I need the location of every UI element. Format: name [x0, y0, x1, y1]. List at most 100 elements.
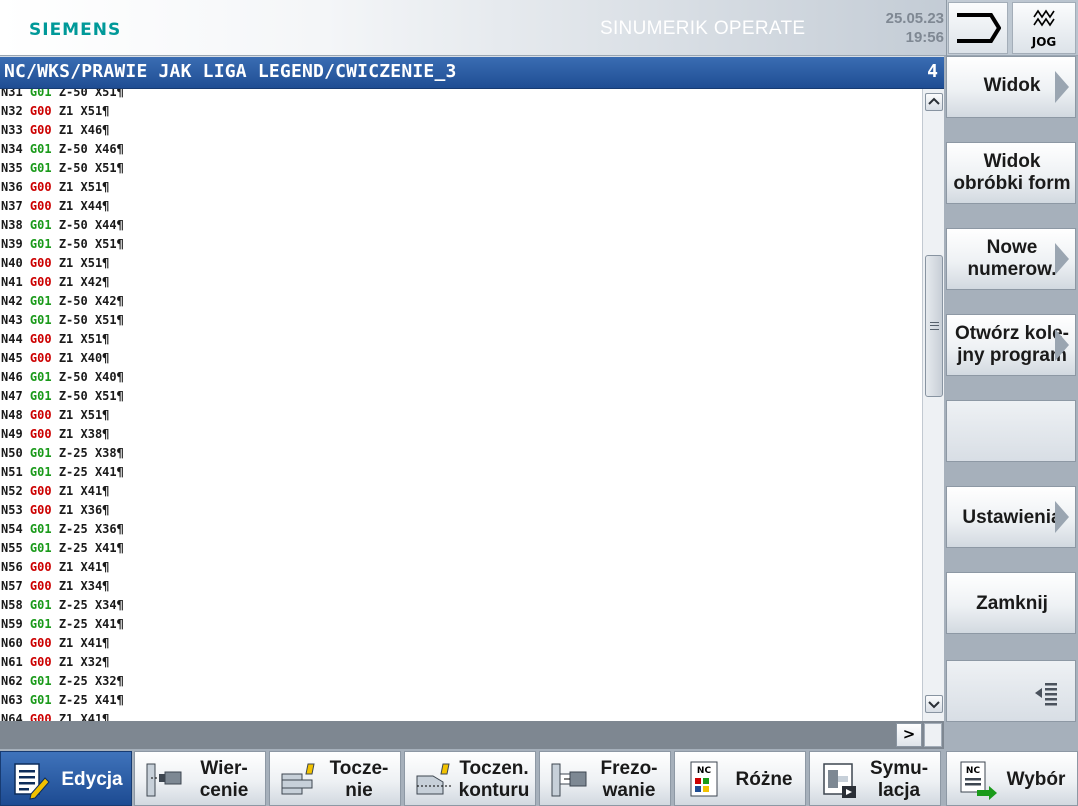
code-line[interactable]: N32 G00 Z1 X51¶ [0, 102, 920, 121]
code-line[interactable]: N33 G00 Z1 X46¶ [0, 121, 920, 140]
code-line[interactable]: N56 G00 Z1 X41¶ [0, 558, 920, 577]
code-line[interactable]: N50 G01 Z-25 X38¶ [0, 444, 920, 463]
scroll-thumb[interactable] [925, 255, 943, 397]
softkey-ustawienia[interactable]: Ustawienia [946, 486, 1076, 548]
g-code: G00 [29, 503, 52, 517]
code-args: Z-25 X34¶ [51, 598, 124, 612]
code-args: Z-25 X36¶ [51, 522, 124, 536]
softkey-toczen-konturu[interactable]: Toczen. konturu [404, 751, 536, 806]
code-line[interactable]: N42 G01 Z-50 X42¶ [0, 292, 920, 311]
softkey-otworz-kolejny[interactable]: Otwórz kole- jny program [946, 314, 1076, 376]
header-separator [946, 0, 947, 56]
softkey-toczenie[interactable]: Tocze- nie [269, 751, 401, 806]
softkey-nowe-numerow[interactable]: Nowe numerow. [946, 228, 1076, 290]
code-line[interactable]: N51 G01 Z-25 X41¶ [0, 463, 920, 482]
softkey-empty[interactable] [946, 400, 1076, 462]
code-args: Z-50 X42¶ [51, 294, 124, 308]
code-line[interactable]: N46 G01 Z-50 X40¶ [0, 368, 920, 387]
vertical-scrollbar[interactable] [922, 89, 944, 721]
code-args: Z-25 X41¶ [51, 693, 124, 707]
code-line[interactable]: N44 G00 Z1 X51¶ [0, 330, 920, 349]
header-bar: SIEMENS SINUMERIK OPERATE 25.05.23 19:56… [0, 0, 1078, 56]
jog-wave-icon [1033, 9, 1055, 27]
code-line[interactable]: N45 G00 Z1 X40¶ [0, 349, 920, 368]
g-code: G01 [29, 674, 52, 688]
code-line[interactable]: N53 G00 Z1 X36¶ [0, 501, 920, 520]
softkey-widok[interactable]: Widok [946, 56, 1076, 118]
code-line[interactable]: N35 G01 Z-50 X51¶ [0, 159, 920, 178]
code-line[interactable]: N41 G00 Z1 X42¶ [0, 273, 920, 292]
bracket-arrow-icon [957, 13, 1001, 43]
code-line[interactable]: N36 G00 Z1 X51¶ [0, 178, 920, 197]
code-line[interactable]: N40 G00 Z1 X51¶ [0, 254, 920, 273]
code-args: Z1 X41¶ [51, 712, 110, 721]
code-line[interactable]: N31 G01 Z-50 X51¶ [0, 89, 920, 102]
softkey-edycja[interactable]: Edycja [0, 751, 132, 806]
softkey-frezowanie[interactable]: Frezo- wanie [539, 751, 671, 806]
code-line[interactable]: N64 G00 Z1 X41¶ [0, 710, 920, 721]
block-number: N55 [1, 541, 23, 555]
g-code: G01 [29, 446, 52, 460]
scroll-up-button[interactable] [925, 93, 943, 111]
code-line[interactable]: N47 G01 Z-50 X51¶ [0, 387, 920, 406]
g-code: G01 [29, 142, 52, 156]
code-line[interactable]: N38 G01 Z-50 X44¶ [0, 216, 920, 235]
code-line[interactable]: N61 G00 Z1 X32¶ [0, 653, 920, 672]
code-line[interactable]: N57 G00 Z1 X34¶ [0, 577, 920, 596]
g-code: G01 [29, 161, 52, 175]
g-code: G01 [29, 693, 52, 707]
nc-badge-text: NC [966, 766, 981, 776]
nc-badge-text: NC [697, 766, 712, 776]
block-number: N43 [1, 313, 23, 327]
code-line[interactable]: N59 G01 Z-25 X41¶ [0, 615, 920, 634]
code-line[interactable]: N55 G01 Z-25 X41¶ [0, 539, 920, 558]
g-code: G01 [29, 598, 52, 612]
scroll-right-button[interactable]: > [896, 723, 922, 747]
block-number: N50 [1, 446, 23, 460]
code-args: Z1 X51¶ [51, 332, 110, 346]
softkey-toczenie-line2: nie [345, 780, 373, 801]
softkey-rozne[interactable]: NC Różne [674, 751, 806, 806]
softkey-wybor[interactable]: NC Wybór [946, 751, 1078, 806]
code-line[interactable]: N62 G01 Z-25 X32¶ [0, 672, 920, 691]
scroll-down-button[interactable] [925, 695, 943, 713]
chevron-right-icon [1055, 243, 1069, 275]
siemens-logo: SIEMENS [29, 20, 122, 40]
code-line[interactable]: N39 G01 Z-50 X51¶ [0, 235, 920, 254]
block-number: N40 [1, 256, 23, 270]
channel-switch-button[interactable] [948, 2, 1008, 54]
code-line[interactable]: N37 G00 Z1 X44¶ [0, 197, 920, 216]
time-text: 19:56 [905, 29, 944, 46]
code-line[interactable]: N60 G00 Z1 X41¶ [0, 634, 920, 653]
block-number: N41 [1, 275, 23, 289]
softkey-symulacja[interactable]: Symu- lacja [809, 751, 941, 806]
softkey-list-toggle[interactable] [946, 660, 1076, 722]
code-args: Z1 X41¶ [51, 560, 110, 574]
softkey-toczen-konturu-line2: konturu [458, 780, 530, 801]
g-code: G00 [29, 408, 52, 422]
misc-nc-icon: NC [690, 761, 718, 797]
softkey-zamknij[interactable]: Zamknij [946, 572, 1076, 634]
program-editor[interactable]: N31 G01 Z-50 X51¶ N32 G00 Z1 X51¶ N33 G00 … [0, 89, 922, 721]
code-args: Z-50 X40¶ [51, 370, 124, 384]
code-line[interactable]: N63 G01 Z-25 X41¶ [0, 691, 920, 710]
block-number: N48 [1, 408, 23, 422]
code-args: Z-50 X51¶ [51, 237, 124, 251]
drilling-icon [146, 763, 182, 797]
code-line[interactable]: N52 G00 Z1 X41¶ [0, 482, 920, 501]
jog-mode-button[interactable]: JOG [1012, 2, 1076, 54]
code-line[interactable]: N49 G00 Z1 X38¶ [0, 425, 920, 444]
block-number: N54 [1, 522, 23, 536]
softkey-widok-obrobki[interactable]: Widok obróbki form [946, 142, 1076, 204]
code-line[interactable]: N34 G01 Z-50 X46¶ [0, 140, 920, 159]
code-line[interactable]: N54 G01 Z-25 X36¶ [0, 520, 920, 539]
block-number: N42 [1, 294, 23, 308]
code-args: Z-50 X46¶ [51, 142, 124, 156]
code-line[interactable]: N58 G01 Z-25 X34¶ [0, 596, 920, 615]
g-code: G01 [29, 465, 52, 479]
block-number: N59 [1, 617, 23, 631]
code-line[interactable]: N48 G00 Z1 X51¶ [0, 406, 920, 425]
status-strip [0, 721, 944, 749]
softkey-wiercenie[interactable]: Wier- cenie [134, 751, 266, 806]
code-line[interactable]: N43 G01 Z-50 X51¶ [0, 311, 920, 330]
